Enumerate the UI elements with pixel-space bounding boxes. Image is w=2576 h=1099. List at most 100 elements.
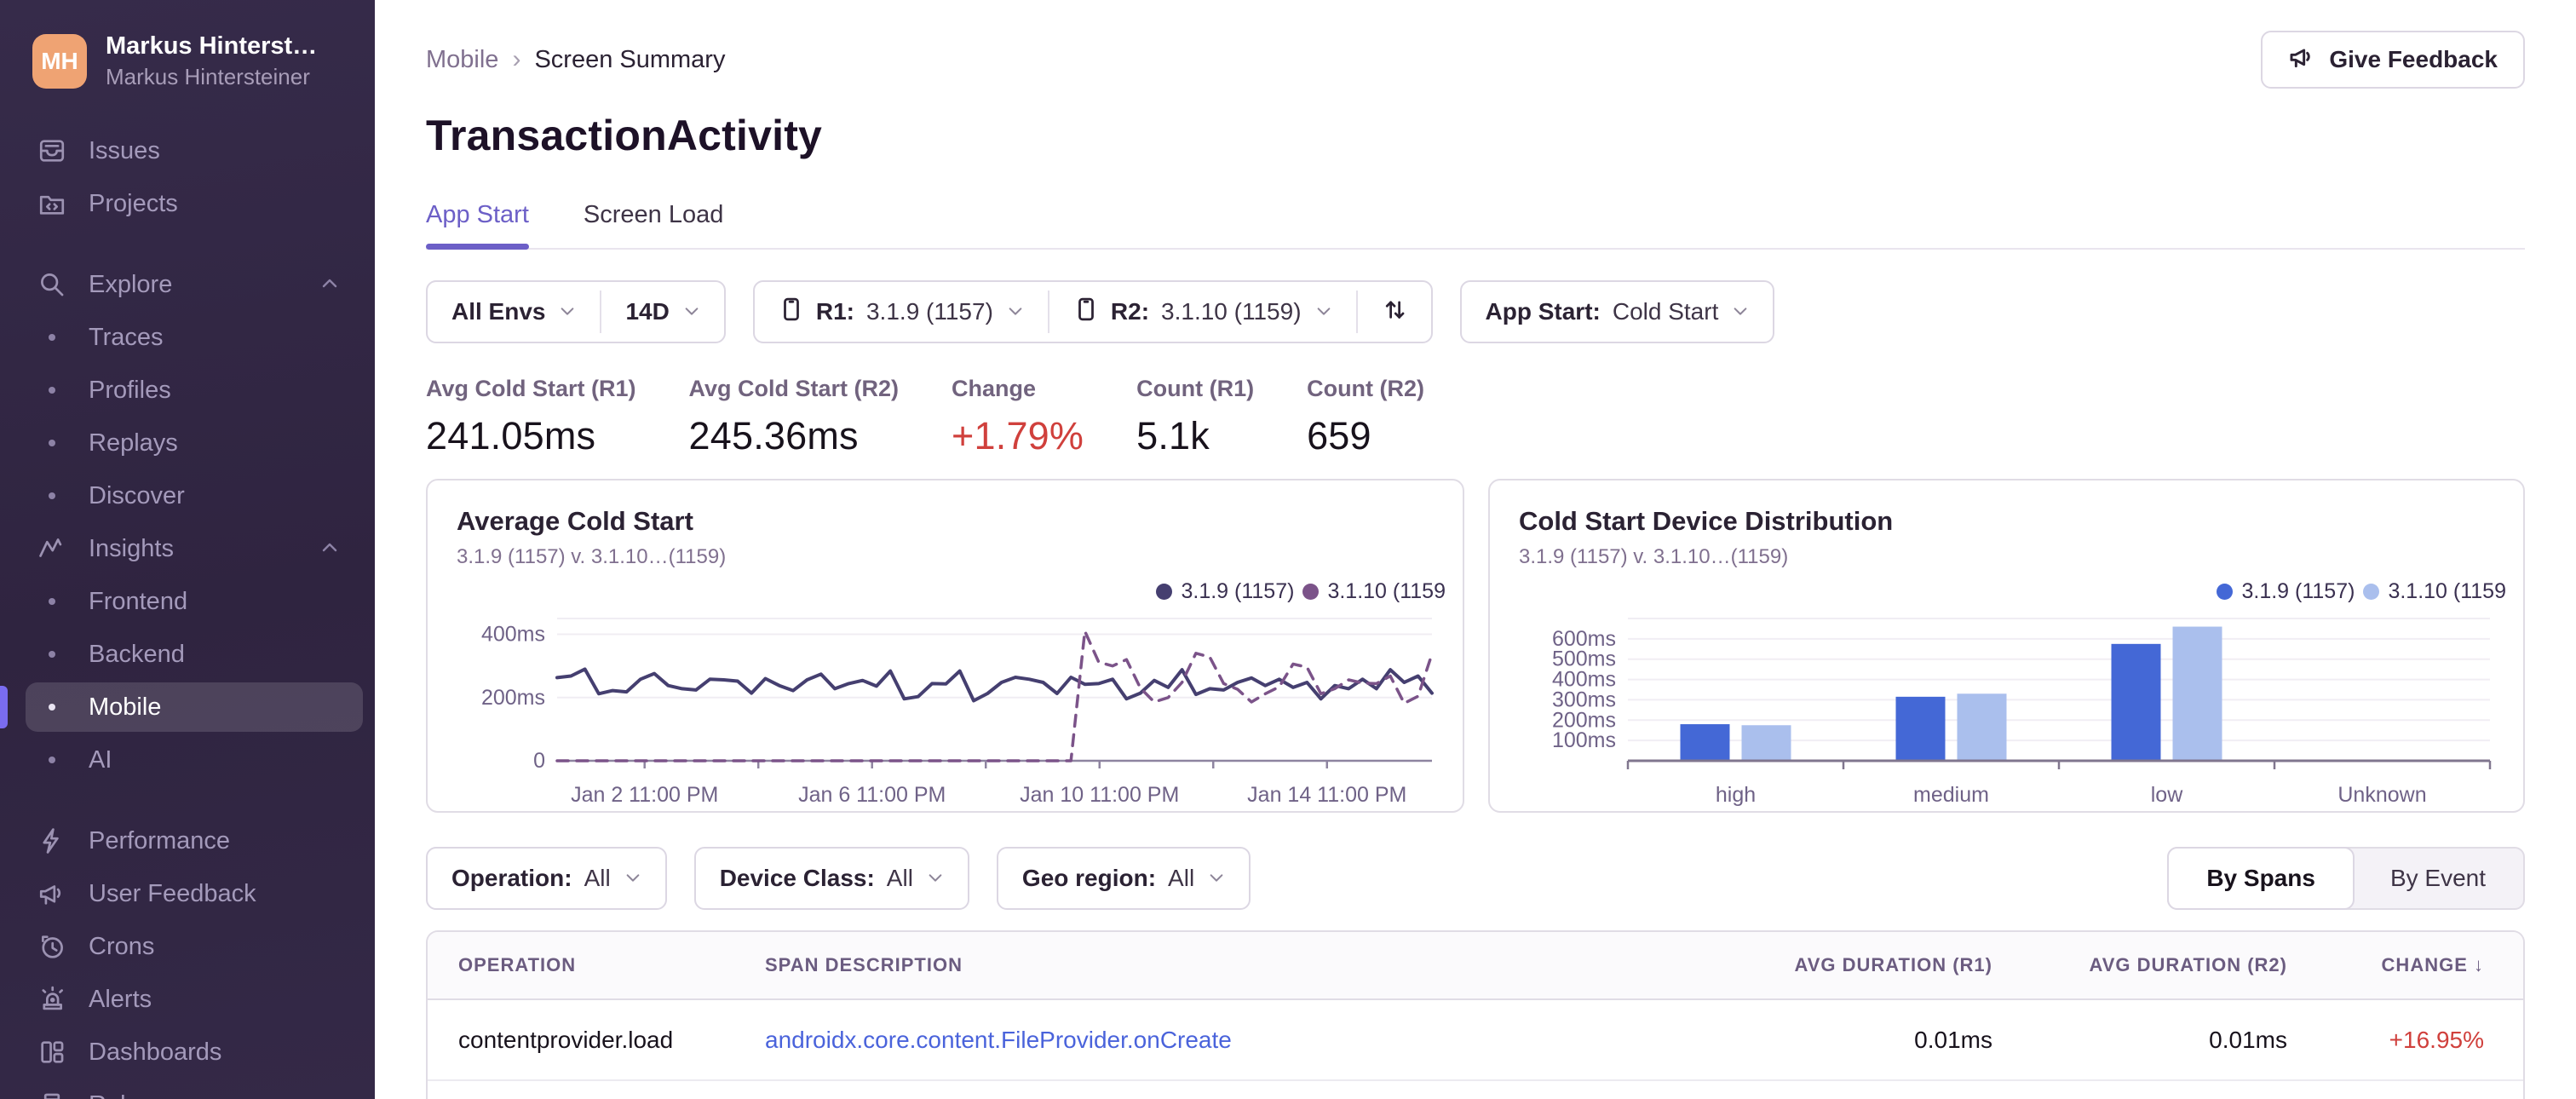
sidebar-item-releases[interactable]: Releases <box>0 1079 375 1099</box>
app-start-type-group: App Start: Cold Start <box>1459 280 1775 343</box>
sidebar-item-issues[interactable]: Issues <box>0 124 375 177</box>
device-class-filter[interactable]: Device Class: All <box>696 849 968 908</box>
tab-app-start[interactable]: App Start <box>426 201 529 250</box>
stat-value: 659 <box>1307 414 1371 457</box>
svg-text:Unknown: Unknown <box>2337 783 2426 807</box>
tab-screen-load[interactable]: Screen Load <box>584 201 723 248</box>
active-item-indicator <box>0 686 8 728</box>
chart-title: Cold Start Device Distribution <box>1519 506 1894 536</box>
stat-count-r1-: Count (R1) 5.1k <box>1136 376 1254 458</box>
sidebar-item-frontend[interactable]: Frontend <box>0 575 375 628</box>
svg-text:200ms: 200ms <box>1552 708 1616 732</box>
svg-text:medium: medium <box>1913 783 1989 807</box>
breadcrumb-screen-summary: Screen Summary <box>534 45 726 73</box>
device-distribution-bar-chart[interactable]: 100ms200ms300ms400ms500ms600ms high medium… <box>1519 605 2498 813</box>
sidebar-item-backend[interactable]: Backend <box>0 628 375 681</box>
release-r2-selector[interactable]: R2: 3.1.10 (1159) <box>1049 282 1356 342</box>
operation-filter[interactable]: Operation: All <box>428 849 665 908</box>
column-header-change[interactable]: CHANGE ↓ <box>2287 954 2484 976</box>
svg-text:0: 0 <box>533 749 545 773</box>
sidebar-item-ai[interactable]: AI <box>0 734 375 786</box>
column-header-span-description[interactable]: SPAN DESCRIPTION <box>765 954 1694 976</box>
sidebar-item-label: Mobile <box>89 693 162 721</box>
avg-cold-start-line-chart[interactable]: 0 200ms 400ms Jan 2 11:00 PM Jan 6 11:00 PM J… <box>457 605 1437 813</box>
avg-cold-start-card: Average Cold Start 3.1.9 (1157) v. 3.1.1… <box>426 479 1464 813</box>
swap-arrows-icon <box>1382 296 1407 328</box>
column-header-avg-duration-r1-[interactable]: AVG DURATION (R1) <box>1694 954 1992 976</box>
toggle-by-event[interactable]: By Event <box>2353 849 2523 908</box>
svg-text:500ms: 500ms <box>1552 647 1616 671</box>
stat-label: Avg Cold Start (R1) <box>426 376 636 401</box>
app-root: MH Markus Hinterst… Markus Hintersteiner… <box>0 0 2576 1099</box>
chart-subtitle: 3.1.9 (1157) v. 3.1.10…(1159) <box>457 545 727 568</box>
geo-region-value: All <box>1168 865 1195 891</box>
filter-row-primary: All Envs 14D R1: 3.1.9 (1157) R2: 3.1.10… <box>426 280 2525 343</box>
bullet-icon <box>37 704 66 711</box>
sidebar-item-discover[interactable]: Discover <box>0 469 375 522</box>
sidebar-item-insights[interactable]: Insights <box>0 522 375 575</box>
tab-bar: App Start Screen Load <box>426 201 2525 250</box>
chevron-down-icon <box>683 298 700 325</box>
legend-item[interactable]: 3.1.10 (1159 <box>1302 579 1446 604</box>
sidebar-item-replays[interactable]: Replays <box>0 417 375 469</box>
give-feedback-button[interactable]: Give Feedback <box>2261 31 2525 89</box>
issues-icon <box>37 136 66 165</box>
sidebar-item-user-feedback[interactable]: User Feedback <box>0 867 375 920</box>
sidebar-item-profiles[interactable]: Profiles <box>0 364 375 417</box>
user-name: Markus Hinterst… <box>106 32 318 60</box>
bullet-icon <box>37 387 66 394</box>
table-header: OPERATION SPAN DESCRIPTION AVG DURATION (R… <box>428 932 2523 1000</box>
cell-avg-duration-r1: 0.01ms <box>1914 1026 1992 1053</box>
toggle-by-spans[interactable]: By Spans <box>2167 847 2355 910</box>
phone-icon <box>779 296 804 328</box>
svg-text:100ms: 100ms <box>1552 728 1616 752</box>
release-r1-label: R1: <box>815 298 854 325</box>
sidebar-item-explore[interactable]: Explore <box>0 258 375 311</box>
chart-legend: 3.1.9 (1157) 3.1.10 (1159 <box>457 578 1446 605</box>
release-r1-value: 3.1.9 (1157) <box>865 298 993 325</box>
sidebar-item-crons[interactable]: Crons <box>0 920 375 973</box>
svg-text:Jan 6 11:00 PM: Jan 6 11:00 PM <box>798 783 946 807</box>
chart-subtitle: 3.1.9 (1157) v. 3.1.10…(1159) <box>1519 545 1789 568</box>
swap-releases-button[interactable] <box>1358 282 1431 342</box>
chevron-down-icon <box>1007 298 1024 325</box>
legend-label: 3.1.9 (1157) <box>2241 578 2355 603</box>
svg-text:high: high <box>1716 783 1756 807</box>
column-header-operation[interactable]: OPERATION <box>458 954 765 976</box>
app-start-type-selector[interactable]: App Start: Cold Start <box>1462 282 1774 342</box>
geo-region-filter[interactable]: Geo region: All <box>998 849 1249 908</box>
device-distribution-card: Cold Start Device Distribution 3.1.9 (11… <box>1488 479 2525 813</box>
sidebar-item-mobile[interactable]: Mobile <box>0 681 375 734</box>
sidebar: MH Markus Hinterst… Markus Hintersteiner… <box>0 0 375 1099</box>
table-row[interactable]: contentprovider.load androidx.core.conte… <box>428 1000 2523 1081</box>
environment-selector[interactable]: All Envs <box>428 282 600 342</box>
user-menu[interactable]: MH Markus Hinterst… Markus Hintersteiner <box>0 32 375 90</box>
sidebar-item-label: Projects <box>89 189 178 217</box>
legend-item[interactable]: 3.1.9 (1157) <box>2217 579 2355 604</box>
stat-change: Change +1.79% <box>952 376 1084 458</box>
sidebar-item-alerts[interactable]: Alerts <box>0 973 375 1026</box>
chevron-down-icon <box>1315 298 1332 325</box>
legend-item[interactable]: 3.1.9 (1157) <box>1156 579 1294 604</box>
legend-label: 3.1.10 (1159 <box>2388 578 2506 603</box>
stat-value: 245.36ms <box>688 414 859 457</box>
chart-title: Average Cold Start <box>457 506 693 536</box>
sidebar-item-dashboards[interactable]: Dashboards <box>0 1026 375 1079</box>
column-header-avg-duration-r2-[interactable]: AVG DURATION (R2) <box>1992 954 2287 976</box>
stat-value: +1.79% <box>952 414 1084 457</box>
page-title: TransactionActivity <box>426 112 823 159</box>
performance-icon <box>37 826 66 855</box>
sidebar-item-performance[interactable]: Performance <box>0 814 375 867</box>
sidebar-item-projects[interactable]: Projects <box>0 177 375 230</box>
sidebar-nav: Issues Projects Explore Traces Profiles Repla… <box>0 124 375 1099</box>
app-start-value: Cold Start <box>1612 298 1719 325</box>
date-range-selector[interactable]: 14D <box>601 282 723 342</box>
release-r1-selector[interactable]: R1: 3.1.9 (1157) <box>755 282 1048 342</box>
legend-item[interactable]: 3.1.10 (1159 <box>2363 579 2506 604</box>
phone-icon <box>1073 296 1099 328</box>
stat-count-r2-: Count (R2) 659 <box>1307 376 1424 458</box>
breadcrumb-mobile[interactable]: Mobile <box>426 46 498 74</box>
sidebar-item-traces[interactable]: Traces <box>0 311 375 364</box>
cell-span-description-link[interactable]: androidx.core.content.FileProvider.onCre… <box>765 1027 1694 1054</box>
bullet-icon <box>37 598 66 605</box>
